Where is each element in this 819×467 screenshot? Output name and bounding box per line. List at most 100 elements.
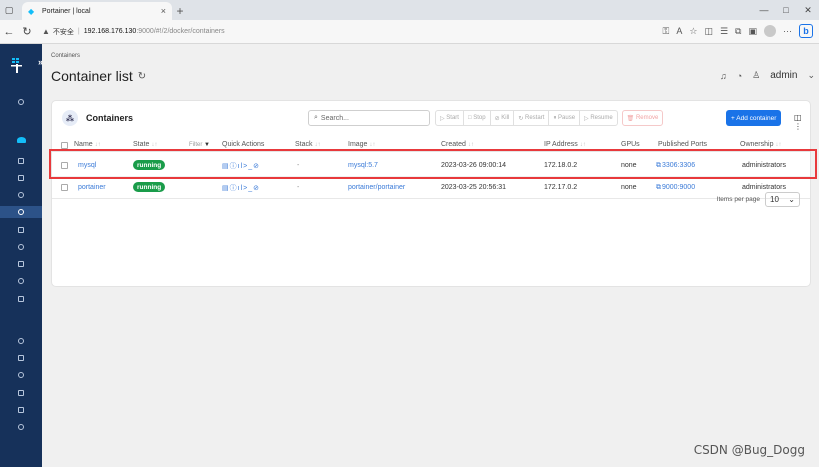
more-options-icon[interactable]: ⋮ bbox=[794, 122, 802, 131]
container-name-link[interactable]: mysql bbox=[78, 162, 96, 169]
col-ownership[interactable]: Ownership ↓↑ bbox=[740, 141, 781, 148]
console-icon[interactable]: >_ bbox=[243, 185, 253, 192]
templates-icon[interactable] bbox=[0, 172, 42, 184]
search-input[interactable]: ⌕ Search... bbox=[308, 110, 430, 126]
quick-actions: ▤ⓘıl>_⊘ bbox=[222, 183, 260, 193]
image-link[interactable]: portainer/portainer bbox=[348, 184, 405, 191]
tab-close-icon[interactable]: × bbox=[161, 6, 166, 16]
inspect-icon[interactable]: ⓘ bbox=[230, 185, 238, 192]
registries-icon[interactable] bbox=[0, 387, 42, 399]
bing-icon[interactable]: b bbox=[799, 24, 813, 38]
help-icon[interactable]: ◔ bbox=[737, 71, 742, 81]
dashboard-icon[interactable] bbox=[0, 155, 42, 167]
console-icon[interactable]: >_ bbox=[243, 163, 253, 170]
split-screen-icon[interactable]: ◫ bbox=[704, 26, 713, 37]
start-button[interactable]: ▷ Start bbox=[435, 110, 464, 126]
table-row: mysql running ▤ⓘıl>_⊘ - mysql:5.7 2023-0… bbox=[52, 155, 810, 177]
chevron-down-icon: ⌄ bbox=[788, 195, 795, 204]
browser-tab[interactable]: ◆ Portainer | local × bbox=[22, 2, 172, 20]
more-icon[interactable]: ··· bbox=[783, 26, 792, 36]
networks-icon[interactable] bbox=[0, 241, 42, 253]
col-ip-address[interactable]: IP Address ↓↑ bbox=[544, 141, 586, 148]
header-actions: ♫ ◔ ♙ admin ⌄ bbox=[720, 70, 815, 81]
add-container-button[interactable]: + Add container bbox=[726, 110, 782, 126]
table-settings: ◫ ⋮ bbox=[794, 113, 810, 131]
read-aloud-icon[interactable]: A bbox=[676, 26, 682, 36]
card-title: ⁂ Containers bbox=[62, 110, 133, 126]
key-icon[interactable]: ⚿ bbox=[663, 26, 670, 37]
collections-icon[interactable]: ⧉ bbox=[735, 26, 741, 37]
url-field[interactable]: ▲ 不安全 | 192.168.176.130 :9000/#!/2/docke… bbox=[42, 27, 225, 37]
favorites-list-icon[interactable]: ☰ bbox=[720, 26, 728, 37]
col-created[interactable]: Created ↓↑ bbox=[441, 141, 474, 148]
attach-icon[interactable]: ⊘ bbox=[253, 185, 260, 192]
favorite-icon[interactable]: ☆ bbox=[689, 26, 697, 37]
images-icon[interactable] bbox=[0, 224, 42, 236]
items-per-page-value: 10 bbox=[770, 195, 779, 204]
stack-value: - bbox=[297, 162, 300, 169]
events-icon[interactable] bbox=[0, 275, 42, 287]
restart-button[interactable]: ↻ Restart bbox=[513, 110, 550, 126]
extension-icon[interactable]: ▣ bbox=[748, 26, 757, 37]
logs-icon[interactable]: ▤ bbox=[222, 185, 230, 192]
docker-environment-icon[interactable] bbox=[0, 134, 42, 146]
maximize-icon[interactable]: □ bbox=[775, 5, 797, 15]
back-icon[interactable]: ← bbox=[0, 26, 18, 38]
environments-icon[interactable] bbox=[0, 352, 42, 364]
image-link[interactable]: mysql:5.7 bbox=[348, 162, 378, 169]
logs-icon[interactable]: ▤ bbox=[222, 163, 230, 170]
columns-icon[interactable]: ◫ bbox=[794, 113, 802, 122]
minimize-icon[interactable]: — bbox=[753, 5, 775, 15]
row-checkbox[interactable] bbox=[61, 162, 68, 169]
container-name-link[interactable]: portainer bbox=[78, 184, 106, 191]
state-filter[interactable]: Filter ▼ bbox=[189, 142, 210, 148]
host-icon[interactable] bbox=[0, 293, 42, 305]
row-checkbox[interactable] bbox=[61, 184, 68, 191]
close-window-icon[interactable]: ✕ bbox=[797, 5, 819, 16]
resume-button[interactable]: ▷ Resume bbox=[579, 110, 618, 126]
items-per-page-select[interactable]: 10 ⌄ bbox=[765, 192, 800, 207]
inspect-icon[interactable]: ⓘ bbox=[230, 163, 238, 170]
search-icon: ⌕ bbox=[314, 114, 318, 121]
published-port-link[interactable]: ⧉9000:9000 bbox=[656, 184, 695, 192]
breadcrumb[interactable]: Containers bbox=[51, 53, 80, 59]
new-tab-button[interactable]: + bbox=[172, 2, 188, 20]
window-controls: — □ ✕ bbox=[753, 0, 819, 20]
notification-bell-icon[interactable]: ♫ bbox=[720, 71, 727, 81]
ip-value: 172.17.0.2 bbox=[544, 184, 578, 191]
kill-button[interactable]: ⊘ Kill bbox=[489, 110, 515, 126]
tab-title: Portainer | local bbox=[42, 7, 91, 15]
profile-avatar[interactable] bbox=[764, 25, 776, 37]
select-all-checkbox[interactable] bbox=[61, 142, 68, 149]
status-badge: running bbox=[133, 160, 166, 170]
settings-icon[interactable] bbox=[0, 421, 42, 433]
users-icon[interactable] bbox=[0, 335, 42, 347]
attach-icon[interactable]: ⊘ bbox=[253, 163, 260, 170]
reload-icon[interactable]: ↻ bbox=[18, 25, 36, 38]
edge-compute-icon[interactable] bbox=[0, 369, 42, 381]
tab-actions-icon[interactable]: ▢ bbox=[0, 0, 18, 20]
main-content: Containers Container list ↻ ♫ ◔ ♙ admin … bbox=[42, 44, 819, 467]
page-title-text: Container list bbox=[51, 68, 133, 84]
pause-button[interactable]: ⏸ Pause bbox=[548, 110, 581, 126]
chevron-down-icon[interactable]: ⌄ bbox=[807, 70, 815, 81]
address-bar: ← ↻ ▲ 不安全 | 192.168.176.130 :9000/#!/2/d… bbox=[0, 20, 819, 44]
col-published-ports[interactable]: Published Ports bbox=[658, 141, 707, 148]
url-separator: | bbox=[77, 28, 80, 35]
refresh-icon[interactable]: ↻ bbox=[138, 71, 146, 82]
col-image[interactable]: Image ↓↑ bbox=[348, 141, 375, 148]
home-icon[interactable] bbox=[0, 96, 42, 108]
created-value: 2023-03-26 09:00:14 bbox=[441, 162, 506, 169]
stop-button[interactable]: □ Stop bbox=[462, 110, 491, 126]
col-state[interactable]: State ↓↑ bbox=[133, 141, 157, 148]
volumes-icon[interactable] bbox=[0, 258, 42, 270]
col-name[interactable]: Name ↓↑ bbox=[74, 141, 101, 148]
user-menu[interactable]: admin bbox=[770, 70, 797, 81]
col-stack[interactable]: Stack ↓↑ bbox=[295, 141, 320, 148]
stacks-icon[interactable] bbox=[0, 189, 42, 201]
remove-button[interactable]: 🗑 Remove bbox=[621, 110, 664, 126]
container-actions: ▷ Start □ Stop ⊘ Kill ↻ Restart ⏸ Pause … bbox=[435, 110, 664, 126]
published-port-link[interactable]: ⧉3306:3306 bbox=[656, 162, 695, 170]
notifications-icon[interactable] bbox=[0, 404, 42, 416]
containers-icon[interactable] bbox=[0, 206, 42, 218]
